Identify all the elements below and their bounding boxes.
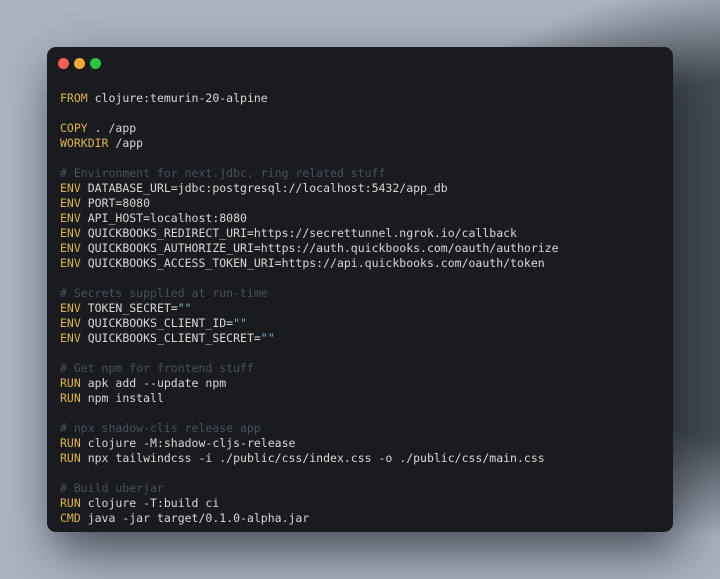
text-token: clojure -M:shadow-cljs-release bbox=[81, 436, 296, 450]
keyword-token: RUN bbox=[60, 436, 81, 450]
code-line bbox=[60, 151, 665, 166]
code-line bbox=[60, 271, 665, 286]
minimize-button[interactable] bbox=[74, 58, 85, 69]
maximize-button[interactable] bbox=[90, 58, 101, 69]
text-token: npx tailwindcss -i ./public/css/index.cs… bbox=[81, 451, 545, 465]
code-line: # Secrets supplied at run-time bbox=[60, 286, 665, 301]
code-line: RUN clojure -M:shadow-cljs-release bbox=[60, 436, 665, 451]
keyword-token: ENV bbox=[60, 181, 81, 195]
text-token: clojure:temurin-20-alpine bbox=[88, 91, 268, 105]
keyword-token: ENV bbox=[60, 241, 81, 255]
text-token: java -jar target/0.1.0-alpha.jar bbox=[81, 511, 309, 525]
code-line: ENV QUICKBOOKS_CLIENT_SECRET="" bbox=[60, 331, 665, 346]
text-token: DATABASE_URL=jdbc:postgresql://localhost… bbox=[81, 181, 448, 195]
window-titlebar bbox=[47, 47, 673, 77]
comment-token: # npx shadow-clis release app bbox=[60, 421, 261, 435]
keyword-token: FROM bbox=[60, 91, 88, 105]
code-line bbox=[60, 406, 665, 421]
terminal-window: FROM clojure:temurin-20-alpine COPY . /a… bbox=[47, 47, 673, 532]
code-line: # Get npm for frontend stuff bbox=[60, 361, 665, 376]
dockerfile-code: FROM clojure:temurin-20-alpine COPY . /a… bbox=[47, 77, 673, 526]
code-line: WORKDIR /app bbox=[60, 136, 665, 151]
keyword-token: ENV bbox=[60, 256, 81, 270]
code-line: RUN clojure -T:build ci bbox=[60, 496, 665, 511]
text-token: clojure -T:build ci bbox=[81, 496, 219, 510]
code-line bbox=[60, 346, 665, 361]
string-token: "" bbox=[233, 316, 247, 330]
keyword-token: ENV bbox=[60, 226, 81, 240]
keyword-token: ENV bbox=[60, 316, 81, 330]
text-token: npm install bbox=[81, 391, 164, 405]
code-line: # Environment for next.jdbc, ring relate… bbox=[60, 166, 665, 181]
comment-token: # Environment for next.jdbc, ring relate… bbox=[60, 166, 385, 180]
keyword-token: RUN bbox=[60, 496, 81, 510]
comment-token: # Build uberjar bbox=[60, 481, 164, 495]
text-token: API_HOST=localhost:8080 bbox=[81, 211, 247, 225]
code-line: ENV TOKEN_SECRET="" bbox=[60, 301, 665, 316]
code-line: ENV PORT=8080 bbox=[60, 196, 665, 211]
keyword-token: RUN bbox=[60, 376, 81, 390]
text-token: apk add --update npm bbox=[81, 376, 226, 390]
code-line: ENV QUICKBOOKS_AUTHORIZE_URI=https://aut… bbox=[60, 241, 665, 256]
code-line: # npx shadow-clis release app bbox=[60, 421, 665, 436]
text-token: PORT=8080 bbox=[81, 196, 150, 210]
code-line: ENV QUICKBOOKS_ACCESS_TOKEN_URI=https://… bbox=[60, 256, 665, 271]
code-line: ENV QUICKBOOKS_CLIENT_ID="" bbox=[60, 316, 665, 331]
code-line bbox=[60, 466, 665, 481]
text-token: QUICKBOOKS_AUTHORIZE_URI=https://auth.qu… bbox=[81, 241, 559, 255]
text-token: QUICKBOOKS_ACCESS_TOKEN_URI=https://api.… bbox=[81, 256, 545, 270]
keyword-token: COPY bbox=[60, 121, 88, 135]
text-token: QUICKBOOKS_REDIRECT_URI=https://secrettu… bbox=[81, 226, 517, 240]
text-token: QUICKBOOKS_CLIENT_ID= bbox=[81, 316, 233, 330]
code-line: FROM clojure:temurin-20-alpine bbox=[60, 91, 665, 106]
string-token: "" bbox=[261, 331, 275, 345]
keyword-token: RUN bbox=[60, 391, 81, 405]
code-line: ENV DATABASE_URL=jdbc:postgresql://local… bbox=[60, 181, 665, 196]
keyword-token: ENV bbox=[60, 211, 81, 225]
keyword-token: RUN bbox=[60, 451, 81, 465]
keyword-token: WORKDIR bbox=[60, 136, 108, 150]
keyword-token: CMD bbox=[60, 511, 81, 525]
keyword-token: ENV bbox=[60, 331, 81, 345]
comment-token: # Get npm for frontend stuff bbox=[60, 361, 254, 375]
code-line: RUN apk add --update npm bbox=[60, 376, 665, 391]
code-line: ENV API_HOST=localhost:8080 bbox=[60, 211, 665, 226]
keyword-token: ENV bbox=[60, 196, 81, 210]
code-line: RUN npm install bbox=[60, 391, 665, 406]
comment-token: # Secrets supplied at run-time bbox=[60, 286, 268, 300]
code-line bbox=[60, 106, 665, 121]
text-token: QUICKBOOKS_CLIENT_SECRET= bbox=[81, 331, 261, 345]
code-line: CMD java -jar target/0.1.0-alpha.jar bbox=[60, 511, 665, 526]
code-line: ENV QUICKBOOKS_REDIRECT_URI=https://secr… bbox=[60, 226, 665, 241]
code-line: RUN npx tailwindcss -i ./public/css/inde… bbox=[60, 451, 665, 466]
text-token: . /app bbox=[88, 121, 136, 135]
text-token: TOKEN_SECRET= bbox=[81, 301, 178, 315]
code-line: COPY . /app bbox=[60, 121, 665, 136]
close-button[interactable] bbox=[58, 58, 69, 69]
text-token: /app bbox=[108, 136, 143, 150]
string-token: "" bbox=[178, 301, 192, 315]
code-line: # Build uberjar bbox=[60, 481, 665, 496]
keyword-token: ENV bbox=[60, 301, 81, 315]
